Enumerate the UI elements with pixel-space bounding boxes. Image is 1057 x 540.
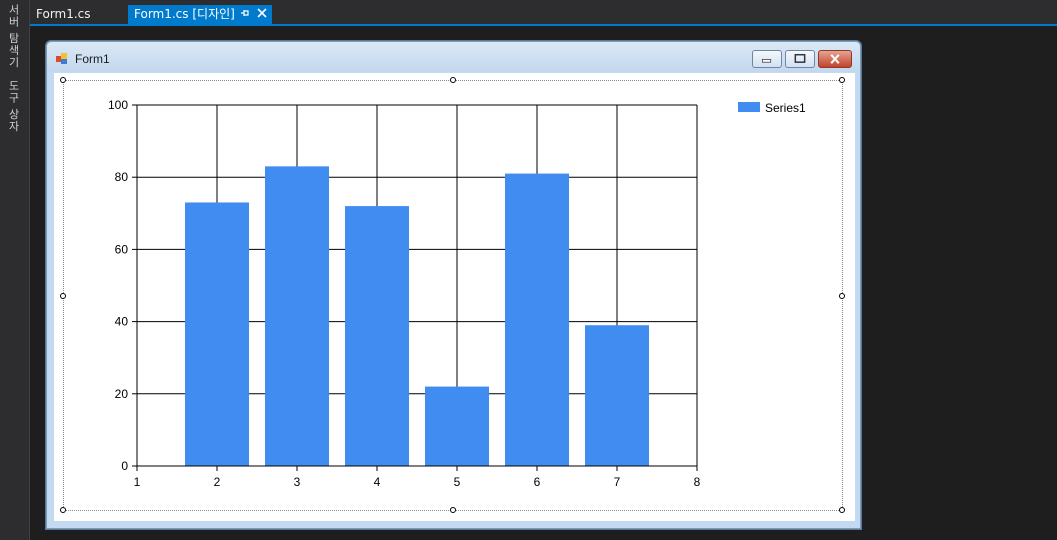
y-tick-label: 40 — [115, 315, 129, 329]
legend-label: Series1 — [765, 101, 806, 115]
x-tick-label: 3 — [294, 475, 301, 489]
y-tick-label: 20 — [115, 387, 129, 401]
bar — [505, 173, 569, 466]
x-tick-label: 7 — [614, 475, 621, 489]
x-tick-label: 4 — [374, 475, 381, 489]
legend-swatch — [738, 102, 760, 112]
bar-chart[interactable]: 0 20 40 60 80 100 1 2 3 4 5 6 7 8 Series1 — [0, 0, 1057, 540]
x-tick-label: 2 — [214, 475, 221, 489]
bar — [185, 202, 249, 466]
bar — [345, 206, 409, 466]
x-tick-label: 1 — [134, 475, 141, 489]
y-tick-label: 60 — [115, 242, 129, 256]
y-tick-label: 80 — [115, 170, 129, 184]
bar — [425, 386, 489, 466]
y-tick-label: 100 — [108, 98, 128, 112]
x-tick-label: 8 — [694, 475, 701, 489]
x-tick-label: 5 — [454, 475, 461, 489]
x-tick-label: 6 — [534, 475, 541, 489]
bar — [585, 325, 649, 466]
y-tick-label: 0 — [121, 459, 128, 473]
bar — [265, 166, 329, 466]
